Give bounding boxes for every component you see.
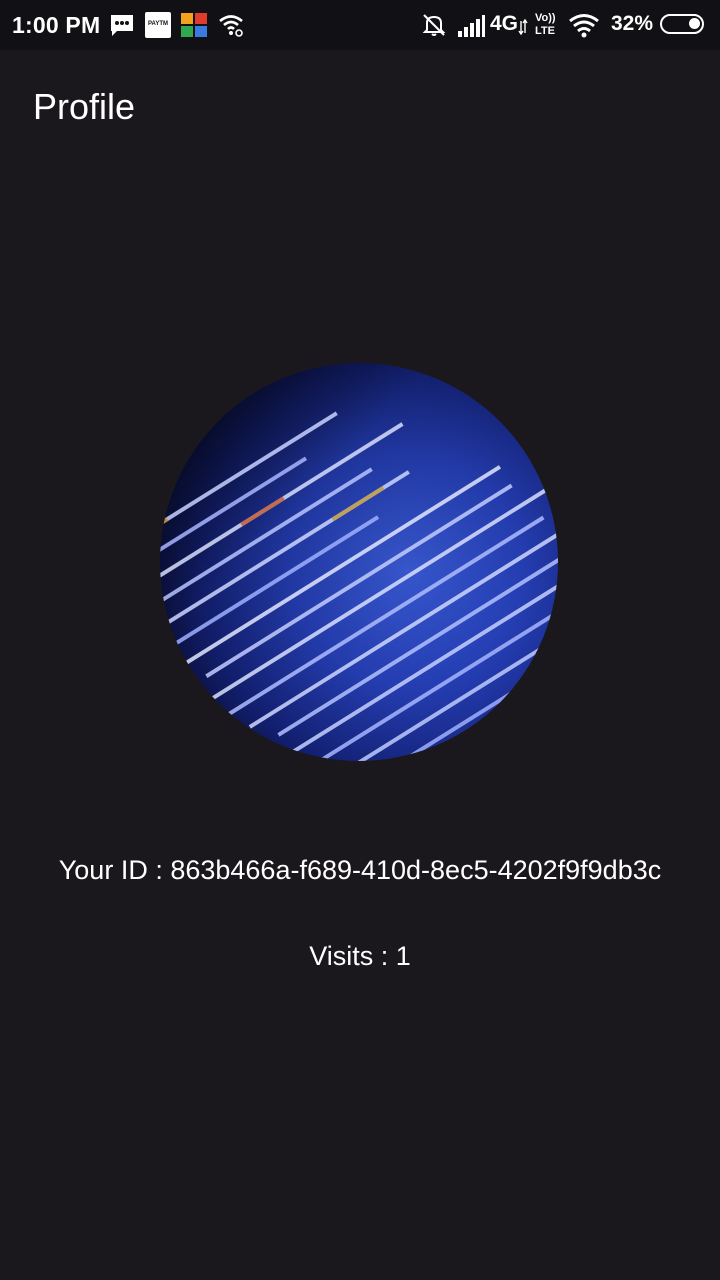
battery-icon bbox=[660, 14, 704, 34]
volte-bottom: LTE bbox=[535, 25, 555, 37]
network-type: 4G bbox=[490, 12, 519, 35]
volte-top: Vo)) bbox=[535, 12, 556, 24]
page-title: Profile bbox=[33, 86, 136, 127]
code-screen-image bbox=[160, 363, 558, 761]
paytm-label: PAYTM bbox=[147, 21, 168, 27]
avatar[interactable] bbox=[159, 362, 559, 762]
messages-icon bbox=[111, 15, 133, 36]
status-bar: 1:00 PM PAYTM 4G Vo)) LTE 32% bbox=[0, 0, 720, 50]
wifi-sync-icon bbox=[219, 15, 243, 37]
signal-icon bbox=[458, 15, 485, 37]
battery-fill bbox=[689, 18, 700, 29]
silent-bell-icon bbox=[422, 14, 446, 36]
data-activity-icon bbox=[518, 18, 528, 36]
paytm-icon: PAYTM bbox=[145, 12, 171, 38]
wifi-icon bbox=[569, 14, 599, 38]
app-grid-icon bbox=[181, 13, 207, 37]
status-time: 1:00 PM bbox=[12, 12, 101, 38]
visits-text: Visits : 1 bbox=[309, 941, 411, 971]
battery-percent: 32% bbox=[611, 12, 654, 35]
user-id-text: Your ID : 863b466a-f689-410d-8ec5-4202f9… bbox=[58, 855, 662, 885]
